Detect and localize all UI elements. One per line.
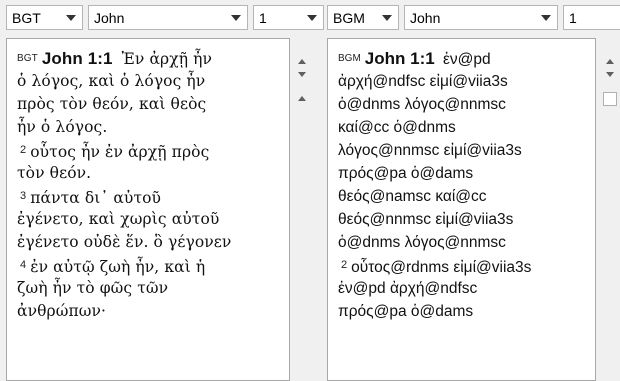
verse-text: ἐγένετο οὐδὲ ἕν. ὃ γέγονεν xyxy=(17,233,232,251)
verse-text: Ἐν ἀρχῇ ἦν xyxy=(121,50,213,68)
verse-line: πρός@pa ὁ@dams xyxy=(338,162,589,185)
scroll-down-icon[interactable] xyxy=(298,72,306,77)
left-chapter-select[interactable]: 1 xyxy=(253,5,324,30)
verse-line: ὁ@dnms λόγος@nnmsc xyxy=(338,93,589,116)
verse-text: ἀρχή@ndfsc εἰμί@viia3s xyxy=(338,73,508,90)
chevron-down-icon xyxy=(382,15,392,21)
verse-text: καί@cc ὁ@dnms xyxy=(338,119,456,136)
verse-line: θεός@namsc καί@cc xyxy=(338,185,589,208)
scroll-up-icon[interactable] xyxy=(298,96,306,101)
verse-line: ἀνθρώπων· xyxy=(17,300,283,323)
right-book-select[interactable]: John xyxy=(404,5,558,30)
right-scrollbar[interactable] xyxy=(600,38,620,381)
version-tag: BGM xyxy=(338,53,361,64)
left-pane-text: BGT John 1:1 Ἐν ἀρχῇ ἦν ὁ λόγος, καὶ ὁ λό… xyxy=(7,39,289,380)
verse-line: 2 οὗτος ἦν ἐν ἀρχῇ πρὸς xyxy=(17,139,283,162)
verse-text: ἐν@pd xyxy=(443,51,491,68)
verse-text: πρὸς τὸν θεόν, καὶ θεὸς xyxy=(17,95,207,113)
verse-text: ἐν αὐτῷ ζωὴ ἦν, καὶ ἡ xyxy=(30,258,206,276)
verse-text: πρός@pa ὁ@dams xyxy=(338,165,474,182)
right-chapter-value: 1 xyxy=(569,9,577,26)
verse-text: λόγος@nnmsc εἰμί@viia3s xyxy=(338,142,522,159)
verse-text: ἦν ὁ λόγος. xyxy=(17,118,108,136)
verse-text: πρός@pa ὁ@dams xyxy=(338,303,474,320)
verse-text: θεός@namsc καί@cc xyxy=(338,188,487,205)
verse-line: ἐγένετο, καὶ χωρὶς αὐτοῦ xyxy=(17,208,283,231)
verse-text: οὗτος@rdnms εἰμί@viia3s xyxy=(351,259,532,276)
verse-line: ἐν@pd ἀρχή@ndfsc xyxy=(338,277,589,300)
chevron-down-icon xyxy=(307,15,317,21)
verse-line: ζωὴ ἦν τὸ φῶς τῶν xyxy=(17,277,283,300)
verse-text: ἐγένετο, καὶ χωρὶς αὐτοῦ xyxy=(17,210,220,228)
verse-line: BGM John 1:1 ἐν@pd xyxy=(338,47,589,70)
pane-gap xyxy=(316,34,324,381)
right-version-select[interactable]: BGM xyxy=(327,5,399,30)
verse-text: ζωὴ ἦν τὸ φῶς τῶν xyxy=(17,279,169,297)
verse-line: πρός@pa ὁ@dams xyxy=(338,300,589,323)
right-chapter-select[interactable]: 1 xyxy=(563,5,620,30)
left-scrollbar[interactable] xyxy=(292,38,312,381)
verse-number: 2 xyxy=(341,259,348,271)
verse-line: BGT John 1:1 Ἐν ἀρχῇ ἦν xyxy=(17,47,283,70)
chevron-down-icon xyxy=(541,15,551,21)
verse-text: πάντα δι᾽ αὐτοῦ xyxy=(30,189,162,207)
verse-line: θεός@nnmsc εἰμί@viia3s xyxy=(338,208,589,231)
verse-text: ὁ@dnms λόγος@nnmsc xyxy=(338,234,506,251)
verse-line: ἦν ὁ λόγος. xyxy=(17,116,283,139)
scroll-down-icon[interactable] xyxy=(606,72,614,77)
verse-reference: John 1:1 xyxy=(364,49,435,68)
verse-line: καί@cc ὁ@dnms xyxy=(338,116,589,139)
verse-line: πρὸς τὸν θεόν, καὶ θεὸς xyxy=(17,93,283,116)
right-pane-text: BGM John 1:1 ἐν@pd ἀρχή@ndfsc εἰμί@viia3s… xyxy=(328,39,595,380)
left-book-value: John xyxy=(94,9,125,26)
right-text-pane[interactable]: BGM John 1:1 ἐν@pd ἀρχή@ndfsc εἰμί@viia3s… xyxy=(327,38,596,381)
verse-line: ἐγένετο οὐδὲ ἕν. ὃ γέγονεν xyxy=(17,231,283,254)
chevron-down-icon xyxy=(231,15,241,21)
verse-line: 2 οὗτος@rdnms εἰμί@viia3s xyxy=(338,254,589,277)
right-book-value: John xyxy=(410,9,441,26)
toolbar: BGT John 1 BGM John 1 xyxy=(0,0,620,34)
verse-line: 4 ἐν αὐτῷ ζωὴ ἦν, καὶ ἡ xyxy=(17,254,283,277)
verse-text: θεός@nnmsc εἰμί@viia3s xyxy=(338,211,514,228)
verse-number: 2 xyxy=(20,144,27,156)
left-version-select[interactable]: BGT xyxy=(6,5,83,30)
version-tag: BGT xyxy=(17,53,38,64)
verse-text: ἀνθρώπων· xyxy=(17,302,107,320)
verse-line: ὁ λόγος, καὶ ὁ λόγος ἦν xyxy=(17,70,283,93)
scroll-thumb[interactable] xyxy=(603,92,617,106)
verse-number: 4 xyxy=(20,259,27,271)
verse-text: ἐν@pd ἀρχή@ndfsc xyxy=(338,280,478,297)
scroll-up-icon[interactable] xyxy=(298,59,306,64)
left-text-pane[interactable]: BGT John 1:1 Ἐν ἀρχῇ ἦν ὁ λόγος, καὶ ὁ λό… xyxy=(6,38,290,381)
left-version-value: BGT xyxy=(12,9,41,26)
verse-number: 3 xyxy=(20,190,27,202)
chevron-down-icon xyxy=(66,15,76,21)
verse-line: λόγος@nnmsc εἰμί@viia3s xyxy=(338,139,589,162)
right-version-value: BGM xyxy=(333,9,365,26)
scroll-up-icon[interactable] xyxy=(606,59,614,64)
verse-text: ὁ λόγος, καὶ ὁ λόγος ἦν xyxy=(17,72,206,90)
verse-line: τὸν θεόν. xyxy=(17,162,283,185)
verse-text: οὗτος ἦν ἐν ἀρχῇ πρὸς xyxy=(30,143,210,161)
verse-text: τὸν θεόν. xyxy=(17,164,92,182)
left-chapter-value: 1 xyxy=(259,9,267,26)
verse-line: ἀρχή@ndfsc εἰμί@viia3s xyxy=(338,70,589,93)
verse-line: ὁ@dnms λόγος@nnmsc xyxy=(338,231,589,254)
left-book-select[interactable]: John xyxy=(88,5,248,30)
verse-text: ὁ@dnms λόγος@nnmsc xyxy=(338,96,506,113)
verse-line: 3 πάντα δι᾽ αὐτοῦ xyxy=(17,185,283,208)
verse-reference: John 1:1 xyxy=(41,49,113,68)
